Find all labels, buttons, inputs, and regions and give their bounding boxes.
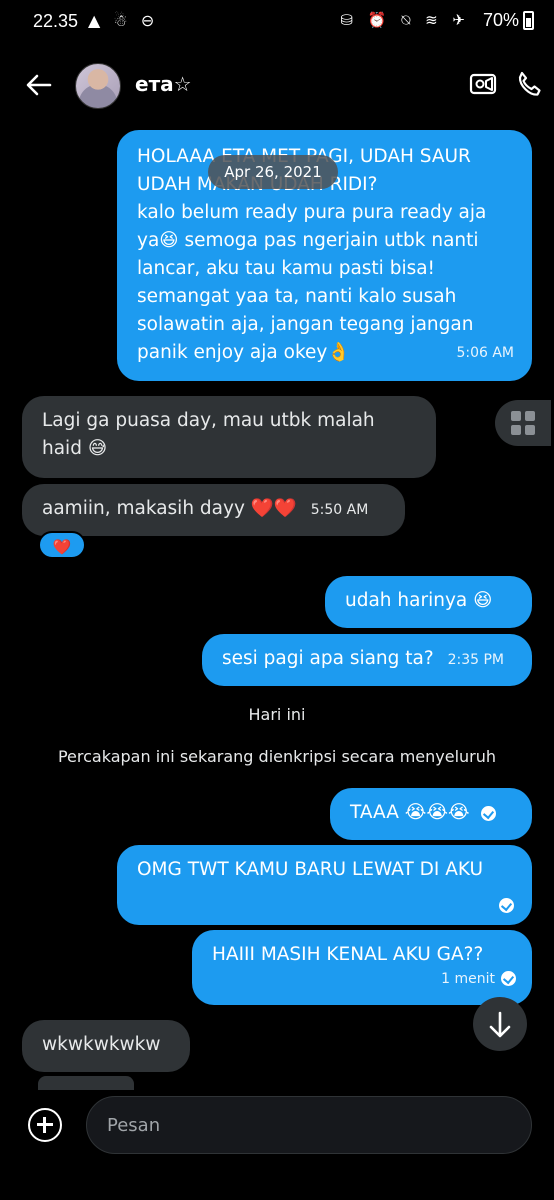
message-timestamp: 1 menit bbox=[441, 971, 495, 987]
day-separator: Hari ini bbox=[248, 705, 306, 724]
message-bubble[interactable]: OMG TWT KAMU BARU LEWAT DI AKU bbox=[117, 845, 532, 925]
avatar[interactable] bbox=[75, 63, 121, 109]
add-attachment-icon[interactable] bbox=[28, 1108, 62, 1142]
message-bubble[interactable]: udah harinya 😆 bbox=[325, 576, 532, 628]
message-bubble[interactable]: TAAA 😭😭😭 bbox=[330, 788, 532, 840]
message-text: sesi pagi apa siang ta? bbox=[222, 648, 434, 669]
battery-icon bbox=[523, 11, 534, 30]
message-text: udah harinya 😆 bbox=[345, 590, 493, 611]
back-arrow-icon[interactable] bbox=[22, 68, 56, 102]
date-separator: Apr 26, 2021 bbox=[208, 155, 338, 189]
message-text: OMG TWT KAMU BARU LEWAT DI AKU bbox=[137, 859, 484, 880]
read-check-icon bbox=[499, 898, 514, 913]
message-timestamp: 2:35 PM bbox=[447, 652, 505, 668]
battery-indicator: 70% bbox=[483, 10, 534, 31]
encryption-notice: Percakapan ini sekarang dienkripsi secar… bbox=[57, 747, 497, 766]
battery-percent: 70% bbox=[482, 10, 519, 30]
read-check-icon bbox=[501, 970, 516, 986]
message-text: wkwkwkwkw bbox=[42, 1034, 161, 1055]
read-check-icon bbox=[481, 805, 497, 821]
message-input-container[interactable] bbox=[86, 1096, 532, 1154]
composer-bar bbox=[0, 1090, 554, 1160]
contact-name[interactable]: етa☆ bbox=[135, 72, 192, 96]
message-bubble[interactable]: wkwkwkwkw bbox=[22, 1020, 190, 1072]
message-timestamp: 5:50 AM bbox=[310, 502, 369, 518]
message-text: Lagi ga puasa day, mau utbk malah haid 😅 bbox=[42, 410, 375, 459]
grid-icon[interactable] bbox=[495, 400, 551, 446]
message-bubble[interactable]: sesi pagi apa siang ta? 2:35 PM bbox=[202, 634, 532, 686]
reaction-badge[interactable]: ❤️ bbox=[38, 531, 86, 559]
message-text: aamiin, makasih dayy ❤️❤️ bbox=[42, 498, 297, 519]
message-bubble[interactable]: Lagi ga puasa day, mau utbk malah haid 😅 bbox=[22, 396, 436, 478]
arrow-down-icon bbox=[489, 1011, 511, 1038]
status-bar: 22.35 ▲ ☃ ⊖ ⛁ ⏰ ⍉ ≋ ✈ 70% bbox=[0, 0, 554, 44]
message-text: TAAA 😭😭😭 bbox=[350, 802, 470, 823]
message-bubble[interactable]: aamiin, makasih dayy ❤️❤️ 5:50 AM bbox=[22, 484, 405, 536]
status-time: 22.35 bbox=[33, 11, 79, 31]
scroll-down-button[interactable] bbox=[473, 997, 527, 1051]
partial-message-bubble bbox=[38, 1076, 134, 1090]
message-bubble[interactable]: HAIII MASIH KENAL AKU GA?? 1 menit bbox=[192, 930, 532, 1005]
message-meta: 1 menit bbox=[433, 964, 516, 993]
phone-icon[interactable] bbox=[514, 69, 544, 99]
message-timestamp: 5:06 AM bbox=[456, 345, 514, 361]
video-call-icon[interactable] bbox=[468, 69, 498, 99]
message-input[interactable] bbox=[87, 1097, 531, 1153]
chat-header: етa☆ bbox=[0, 56, 554, 116]
status-left-icons: ▲ ☃ ⊖ bbox=[88, 11, 159, 30]
status-right-icons: ⛁ ⏰ ⍉ ≋ ✈ bbox=[340, 11, 470, 29]
